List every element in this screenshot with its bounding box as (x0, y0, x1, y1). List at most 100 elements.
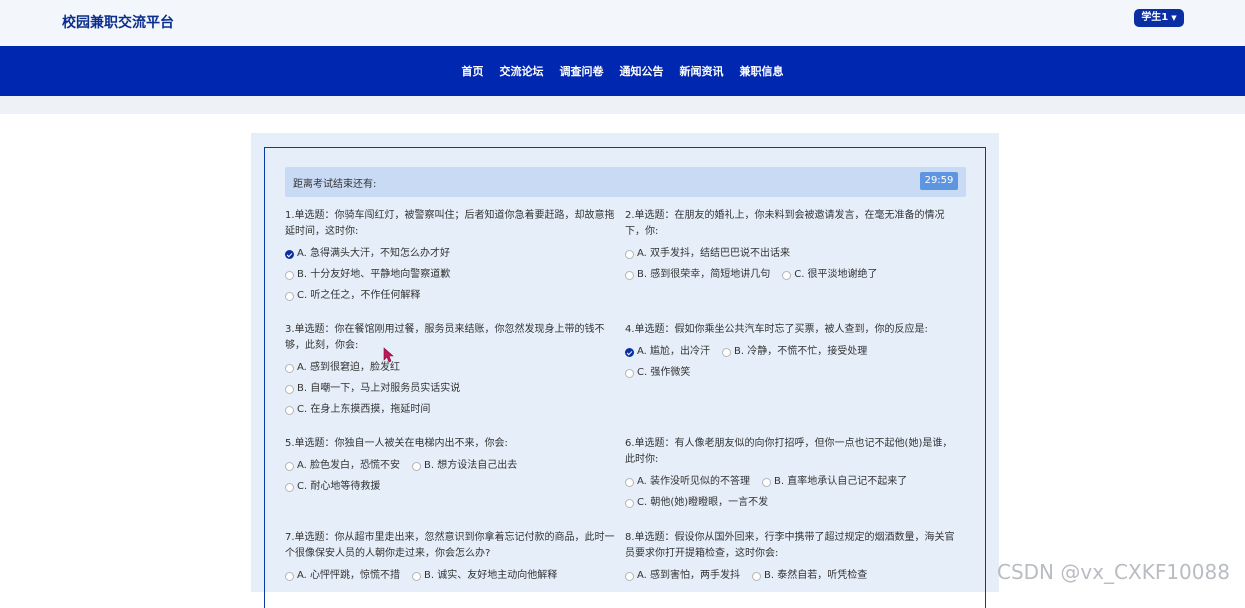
radio-icon[interactable] (752, 571, 762, 581)
option-2a[interactable]: A. 双手发抖，结结巴巴说不出话来 (625, 246, 790, 262)
question-3: 3.单选题：你在餐馆刚用过餐，服务员来结账，你忽然发现身上带的钱不够，此刻，你会… (285, 322, 617, 423)
question-title: 7.单选题：你从超市里走出来，忽然意识到你拿着忘记付款的商品，此时一个很像保安人… (285, 532, 615, 559)
radio-checked-icon[interactable] (285, 249, 294, 259)
nav-home[interactable]: 首页 (462, 63, 484, 79)
question-title: 3.单选题：你在餐馆刚用过餐，服务员来结账，你忽然发现身上带的钱不够，此刻，你会… (285, 324, 605, 351)
option-label: C. 很平淡地谢绝了 (794, 269, 878, 280)
option-4a[interactable]: A. 尴尬，出冷汗 (625, 344, 710, 360)
radio-icon[interactable] (412, 461, 422, 471)
radio-icon[interactable] (625, 571, 634, 581)
option-label: A. 双手发抖，结结巴巴说不出话来 (637, 248, 791, 259)
option-label: A. 心怦怦跳，惊慌不措 (297, 570, 401, 581)
option-5b[interactable]: B. 想方设法自己出去 (412, 458, 517, 474)
option-8a[interactable]: A. 感到害怕，两手发抖 (625, 568, 740, 584)
site-brand[interactable]: 校园兼职交流平台 (62, 12, 174, 32)
option-4b[interactable]: B. 冷静，不慌不忙，接受处理 (722, 344, 867, 360)
option-label: A. 尴尬，出冷汗 (637, 346, 711, 357)
radio-icon[interactable] (285, 461, 294, 471)
radio-icon[interactable] (782, 270, 792, 280)
nav-news[interactable]: 新闻资讯 (680, 63, 724, 79)
nav-notice[interactable]: 通知公告 (620, 63, 664, 79)
option-5c[interactable]: C. 耐心地等待救援 (285, 479, 380, 495)
radio-icon[interactable] (722, 347, 732, 357)
question-title: 2.单选题：在朋友的婚礼上，你未料到会被邀请发言，在毫无准备的情况下，你: (625, 210, 945, 237)
option-6c[interactable]: C. 朝他(她)瞪瞪眼，一言不发 (625, 495, 768, 511)
top-header: 校园兼职交流平台 学生1 ▼ (0, 0, 1245, 46)
watermark: CSDN @vx_CXKF10088 (997, 560, 1230, 584)
radio-icon[interactable] (412, 571, 422, 581)
question-7: 7.单选题：你从超市里走出来，忽然意识到你拿着忘记付款的商品，此时一个很像保安人… (285, 530, 617, 589)
question-1: 1.单选题：你骑车闯红灯，被警察叫住；后者知道你急着要赶路，却故意拖延时间，这时… (285, 208, 617, 309)
option-label: B. 十分友好地、平静地向警察道歉 (297, 269, 451, 280)
question-title: 8.单选题：假设你从国外回来，行李中携带了超过规定的烟酒数量，海关官员要求你打开… (625, 532, 955, 559)
question-2: 2.单选题：在朋友的婚礼上，你未料到会被邀请发言，在毫无准备的情况下，你: A.… (625, 208, 957, 288)
option-label: B. 自嘲一下，马上对服务员实话实说 (297, 383, 461, 394)
option-label: B. 直率地承认自己记不起来了 (774, 476, 908, 487)
timer-value: 29:59 (920, 172, 958, 190)
question-title: 6.单选题：有人像老朋友似的向你打招呼，但你一点也记不起他(她)是谁，此时你: (625, 438, 953, 465)
option-label: A. 感到害怕，两手发抖 (637, 570, 741, 581)
question-5: 5.单选题：你独自一人被关在电梯内出不来，你会: A. 脸色发白，恐慌不安 B.… (285, 436, 617, 500)
exam-panel: 距离考试结束还有: 29:59 1.单选题：你骑车闯红灯，被警察叫住；后者知道你… (251, 133, 999, 608)
option-label: B. 感到很荣幸，简短地讲几句 (637, 269, 771, 280)
option-1a[interactable]: A. 急得满头大汗，不知怎么办才好 (285, 246, 450, 262)
option-6b[interactable]: B. 直率地承认自己记不起来了 (762, 474, 907, 490)
timer-label: 距离考试结束还有: (293, 179, 377, 190)
radio-icon[interactable] (625, 249, 634, 259)
nav-forum[interactable]: 交流论坛 (500, 63, 544, 79)
chevron-down-icon: ▼ (1171, 14, 1177, 22)
radio-checked-icon[interactable] (625, 347, 634, 357)
option-label: C. 强作微笑 (637, 367, 691, 378)
question-title: 1.单选题：你骑车闯红灯，被警察叫住；后者知道你急着要赶路，却故意拖延时间，这时… (285, 210, 615, 237)
option-label: C. 耐心地等待救援 (297, 481, 381, 492)
option-label: C. 朝他(她)瞪瞪眼，一言不发 (637, 497, 769, 508)
option-label: C. 听之任之，不作任何解释 (297, 290, 421, 301)
radio-icon[interactable] (762, 477, 772, 487)
header-strip (0, 96, 1245, 114)
option-label: B. 泰然自若，听凭检查 (764, 570, 868, 581)
option-label: B. 诚实、友好地主动向他解释 (424, 570, 558, 581)
radio-icon[interactable] (285, 270, 294, 280)
option-3c[interactable]: C. 在身上东摸西摸，拖延时间 (285, 402, 430, 418)
option-1c[interactable]: C. 听之任之，不作任何解释 (285, 288, 420, 304)
option-2b[interactable]: B. 感到很荣幸，简短地讲几句 (625, 267, 770, 283)
option-2c[interactable]: C. 很平淡地谢绝了 (782, 267, 878, 283)
radio-icon[interactable] (285, 405, 294, 415)
option-3b[interactable]: B. 自嘲一下，马上对服务员实话实说 (285, 381, 460, 397)
timer-bar: 距离考试结束还有: 29:59 (285, 167, 966, 197)
radio-icon[interactable] (285, 363, 294, 373)
radio-icon[interactable] (285, 571, 294, 581)
user-menu-button[interactable]: 学生1 ▼ (1134, 9, 1184, 27)
mouse-cursor-icon (383, 347, 394, 363)
option-label: B. 想方设法自己出去 (424, 460, 518, 471)
radio-icon[interactable] (285, 482, 294, 492)
question-4: 4.单选题：假如你乘坐公共汽车时忘了买票，被人查到，你的反应是: A. 尴尬，出… (625, 322, 957, 386)
option-7b[interactable]: B. 诚实、友好地主动向他解释 (412, 568, 557, 584)
radio-icon[interactable] (625, 498, 634, 508)
question-title: 5.单选题：你独自一人被关在电梯内出不来，你会: (285, 438, 508, 449)
radio-icon[interactable] (625, 270, 634, 280)
user-name: 学生1 (1141, 12, 1169, 23)
radio-icon[interactable] (285, 291, 294, 301)
option-label: A. 装作没听见似的不答理 (637, 476, 751, 487)
option-4c[interactable]: C. 强作微笑 (625, 365, 690, 381)
main-navbar: 首页 交流论坛 调查问卷 通知公告 新闻资讯 兼职信息 (0, 46, 1245, 96)
option-1b[interactable]: B. 十分友好地、平静地向警察道歉 (285, 267, 450, 283)
nav-jobs[interactable]: 兼职信息 (740, 63, 784, 79)
question-8: 8.单选题：假设你从国外回来，行李中携带了超过规定的烟酒数量，海关官员要求你打开… (625, 530, 957, 589)
exam-frame: 距离考试结束还有: 29:59 1.单选题：你骑车闯红灯，被警察叫住；后者知道你… (264, 147, 986, 608)
option-label: A. 急得满头大汗，不知怎么办才好 (297, 248, 451, 259)
option-label: B. 冷静，不慌不忙，接受处理 (734, 346, 868, 357)
option-5a[interactable]: A. 脸色发白，恐慌不安 (285, 458, 400, 474)
nav-survey[interactable]: 调查问卷 (560, 63, 604, 79)
question-6: 6.单选题：有人像老朋友似的向你打招呼，但你一点也记不起他(她)是谁，此时你: … (625, 436, 957, 516)
option-label: A. 脸色发白，恐慌不安 (297, 460, 401, 471)
option-7a[interactable]: A. 心怦怦跳，惊慌不措 (285, 568, 400, 584)
option-8b[interactable]: B. 泰然自若，听凭检查 (752, 568, 867, 584)
option-label: C. 在身上东摸西摸，拖延时间 (297, 404, 431, 415)
question-title: 4.单选题：假如你乘坐公共汽车时忘了买票，被人查到，你的反应是: (625, 324, 928, 335)
option-6a[interactable]: A. 装作没听见似的不答理 (625, 474, 750, 490)
radio-icon[interactable] (285, 384, 294, 394)
radio-icon[interactable] (625, 368, 634, 378)
radio-icon[interactable] (625, 477, 634, 487)
